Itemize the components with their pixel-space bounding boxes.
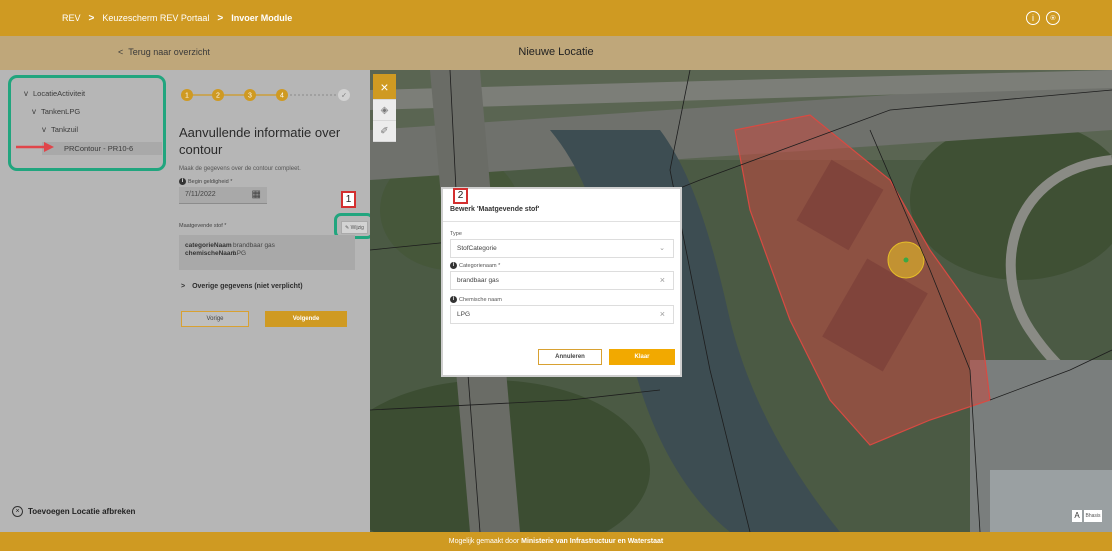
map-scale: Bhasis xyxy=(1084,510,1102,522)
abort-add-location-button[interactable]: × Toevoegen Locatie afbreken xyxy=(12,506,135,517)
user-icon[interactable]: ⍟ xyxy=(1046,11,1060,25)
category-value: brandbaar gas xyxy=(457,277,499,284)
type-value: StofCategorie xyxy=(457,245,497,252)
start-date-value: 7/11/2022 xyxy=(185,191,216,198)
chevron-left-icon: < xyxy=(118,47,124,57)
attribution-letter[interactable]: A xyxy=(1072,510,1082,522)
start-validity-label: i Begin geldigheid * xyxy=(179,178,232,185)
layers-icon[interactable]: ◈ xyxy=(373,100,396,121)
stof-summary: categorieNaam brandbaar gas chemischeNaa… xyxy=(179,235,355,270)
edit-stof-dialog: 2 Bewerk 'Maatgevende stof' Type StofCat… xyxy=(441,187,682,377)
step-number: 2 xyxy=(216,93,220,100)
breadcrumb-separator: > xyxy=(88,12,95,24)
stof-value: LPG xyxy=(233,249,247,257)
breadcrumb-keuzescherm[interactable]: Keuzescherm REV Portaal xyxy=(102,13,209,23)
maatgevende-stof-label: Maatgevende stof * xyxy=(179,223,227,229)
tree-highlight-annotation xyxy=(8,75,166,171)
next-button[interactable]: Volgende xyxy=(265,311,347,327)
step-3[interactable]: 3 xyxy=(244,89,256,101)
footer: Mogelijk gemaakt door Ministerie van Inf… xyxy=(0,532,1112,551)
close-circle-icon: × xyxy=(12,506,23,517)
step-4[interactable]: 4 xyxy=(276,89,288,101)
optional-details-toggle[interactable]: > Overige gegevens (niet verplicht) xyxy=(181,283,303,290)
chevron-right-icon: > xyxy=(181,283,186,290)
step-2[interactable]: 2 xyxy=(212,89,224,101)
stof-row: categorieNaam brandbaar gas xyxy=(185,242,355,250)
breadcrumb-separator: > xyxy=(217,12,224,24)
step-progress: 1 2 3 4 ✓ xyxy=(181,89,350,101)
cancel-button[interactable]: Annuleren xyxy=(538,349,602,365)
calendar-icon[interactable]: ▦ xyxy=(252,189,261,200)
start-validity-label-text: Begin geldigheid * xyxy=(188,178,233,185)
stof-key: categorieNaam xyxy=(185,242,232,249)
sub-header: Nieuwe Locatie < Terug naar overzicht xyxy=(0,36,1112,70)
annotation-badge-2: 2 xyxy=(453,188,468,204)
stof-value: brandbaar gas xyxy=(233,242,275,249)
breadcrumb-invoer-module: Invoer Module xyxy=(231,13,293,23)
chemical-name-value: LPG xyxy=(457,311,471,318)
location-tree-panel: v LocatieActiviteit v TankenLPG v Tankzuil … xyxy=(0,70,170,532)
step-done: ✓ xyxy=(338,89,350,101)
type-select[interactable]: StofCategorie ⌄ xyxy=(450,239,674,258)
pencil-icon[interactable]: ✐ xyxy=(373,121,396,142)
stof-row: chemischeNaam LPG xyxy=(185,250,355,258)
type-label: Type xyxy=(450,231,462,237)
step-number: 3 xyxy=(248,93,252,100)
info-icon: i xyxy=(179,178,186,185)
category-label-text: Categorienaam * xyxy=(459,262,501,269)
contour-form-panel: 1 2 3 4 ✓ Aanvullende informatie over co… xyxy=(170,70,374,532)
dialog-title: Bewerk 'Maatgevende stof' xyxy=(450,206,540,213)
top-icons: i ⍟ xyxy=(1026,11,1060,25)
dialog-header: 2 Bewerk 'Maatgevende stof' xyxy=(443,188,680,222)
check-icon: ✓ xyxy=(341,92,347,100)
back-link[interactable]: < Terug naar overzicht xyxy=(118,47,210,57)
map-attribution: A Bhasis xyxy=(1072,510,1102,522)
chemical-name-input[interactable]: LPG × xyxy=(450,305,674,324)
annotation-badge-1: 1 xyxy=(341,191,356,208)
arrow-right-icon xyxy=(16,142,54,152)
top-bar: REV > Keuzescherm REV Portaal > Invoer M… xyxy=(0,0,1112,36)
chemical-name-label: i Chemische naam xyxy=(450,296,502,303)
clear-icon[interactable]: × xyxy=(660,309,665,319)
chevron-down-icon: ⌄ xyxy=(659,245,665,252)
step-number: 4 xyxy=(280,93,284,100)
info-icon: i xyxy=(450,296,457,303)
footer-org: Ministerie van Infrastructuur en Waterst… xyxy=(521,538,664,545)
optional-details-label: Overige gegevens (niet verplicht) xyxy=(192,283,303,290)
category-input[interactable]: brandbaar gas × xyxy=(450,271,674,290)
form-title: Aanvullende informatie over contour xyxy=(179,125,341,157)
step-number: 1 xyxy=(185,93,189,100)
previous-button[interactable]: Vorige xyxy=(181,311,249,327)
footer-prefix: Mogelijk gemaakt door xyxy=(448,538,522,545)
abort-label: Toevoegen Locatie afbreken xyxy=(28,507,136,516)
category-label: i Categorienaam * xyxy=(450,262,500,269)
done-button[interactable]: Klaar xyxy=(609,349,675,365)
step-1[interactable]: 1 xyxy=(181,89,193,101)
back-link-label: Terug naar overzicht xyxy=(128,47,210,57)
info-icon: i xyxy=(450,262,457,269)
breadcrumb-rev[interactable]: REV xyxy=(62,13,81,23)
map-toolbar: × ◈ ✐ xyxy=(373,74,396,142)
form-subtitle: Maak de gegevens over de contour complee… xyxy=(179,166,301,172)
close-icon[interactable]: × xyxy=(373,74,396,100)
chemical-name-label-text: Chemische naam xyxy=(459,296,502,303)
clear-icon[interactable]: × xyxy=(660,275,665,285)
info-icon[interactable]: i xyxy=(1026,11,1040,25)
start-date-input[interactable]: 7/11/2022 ▦ xyxy=(179,187,267,204)
stof-key: chemischeNaam xyxy=(185,249,237,257)
